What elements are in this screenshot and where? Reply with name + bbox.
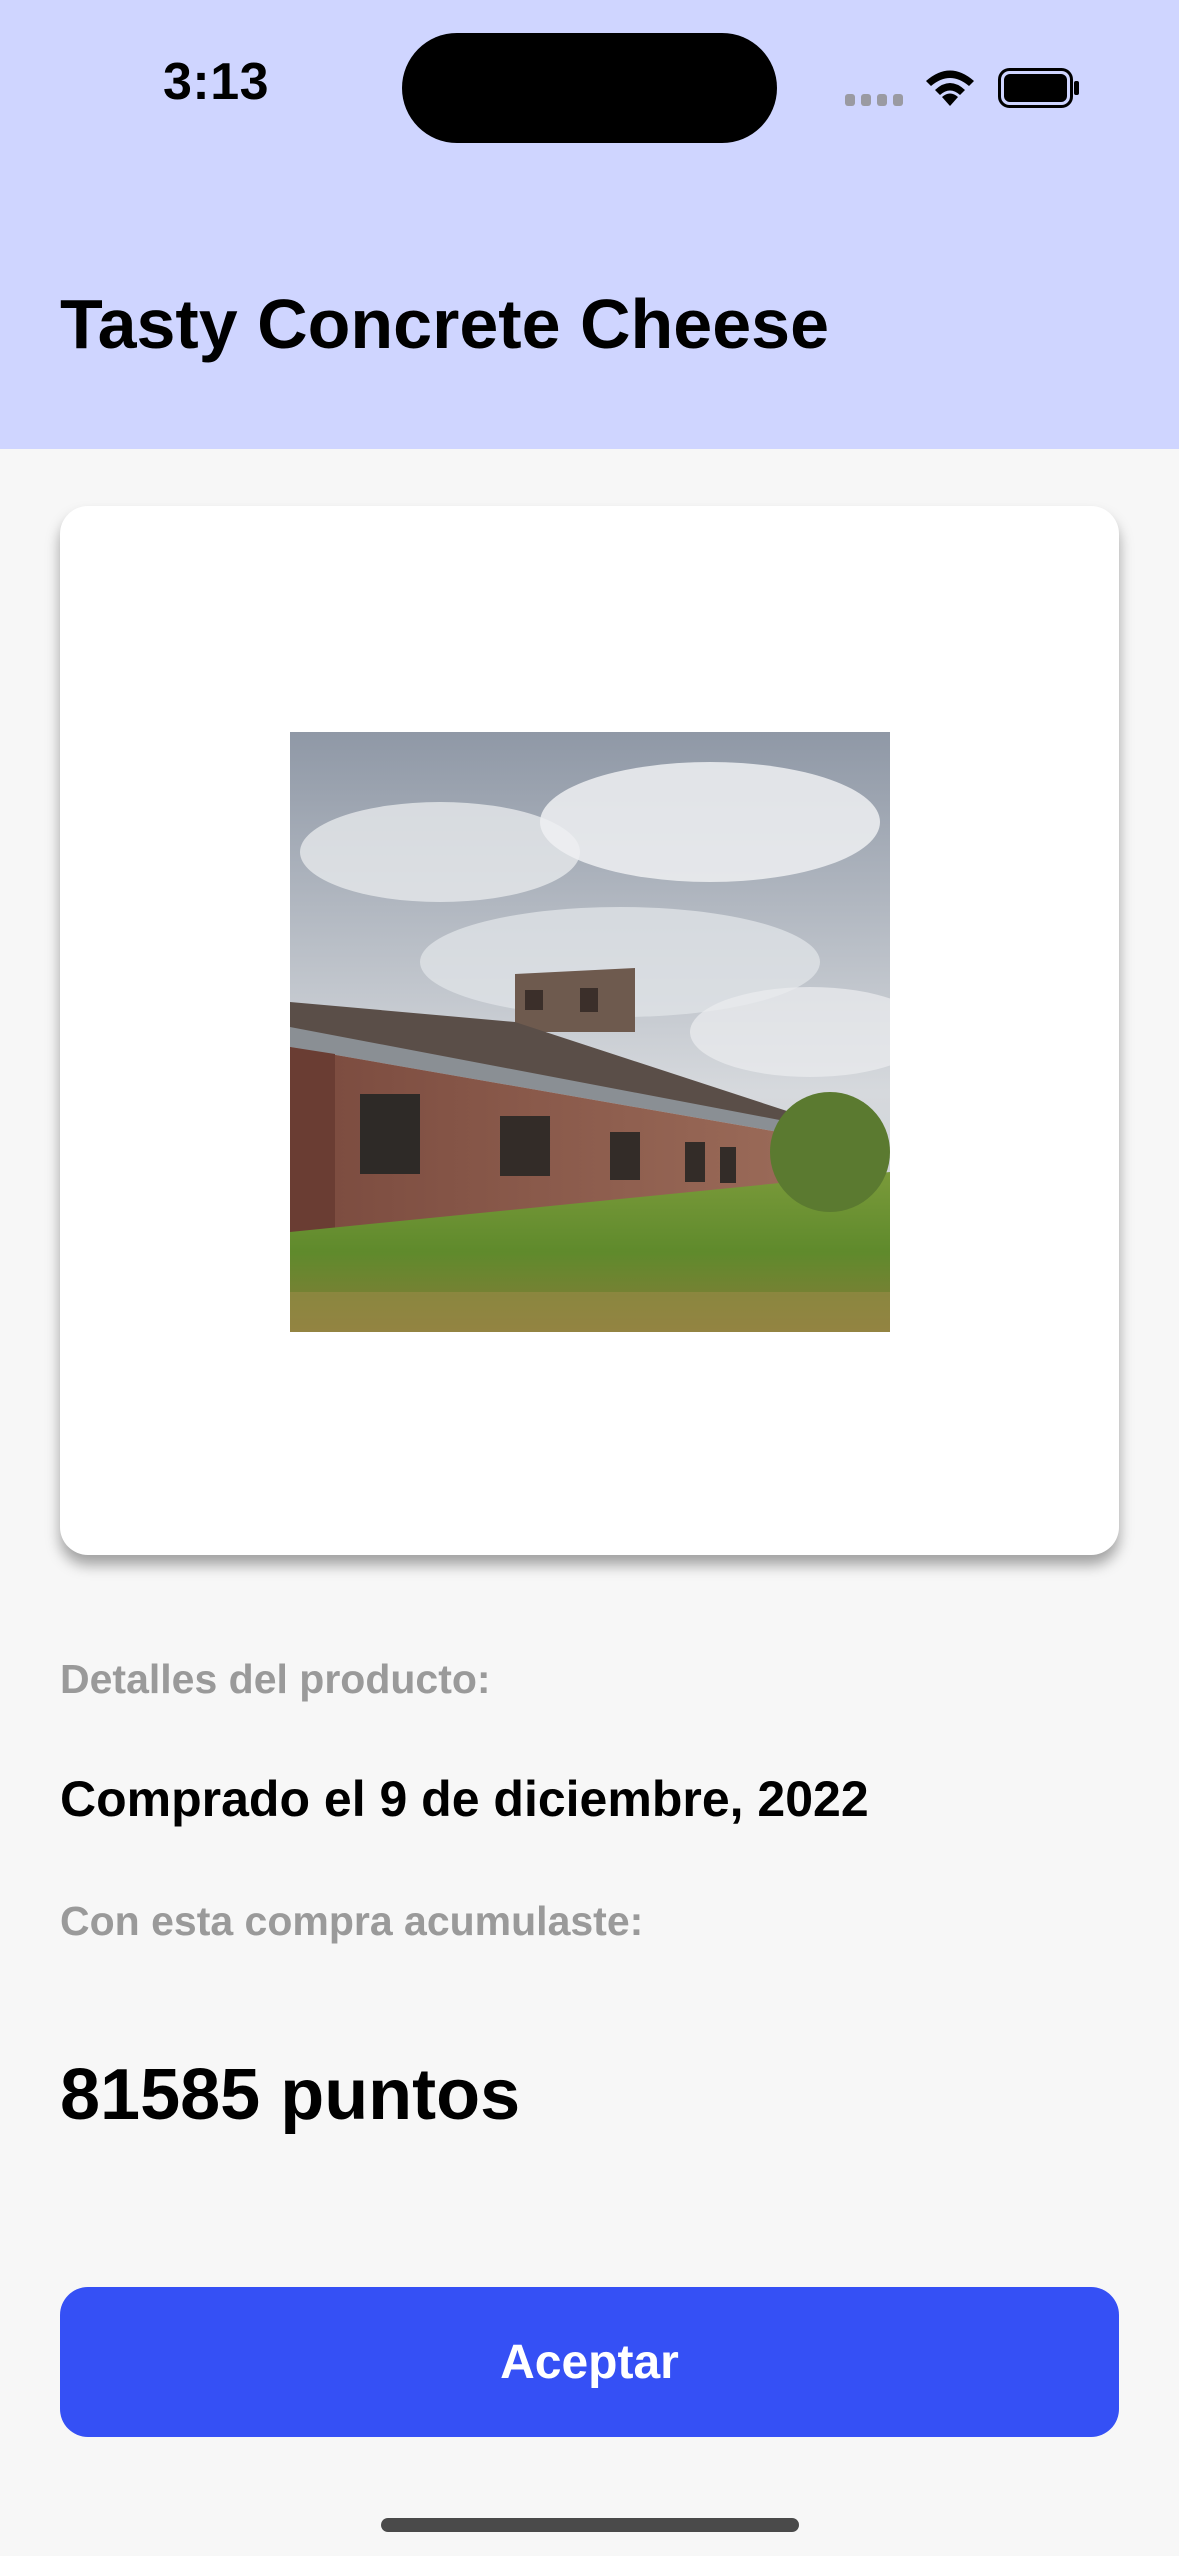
dynamic-island bbox=[402, 33, 777, 143]
points-value: 81585 puntos bbox=[60, 2055, 521, 2135]
status-time: 3:13 bbox=[163, 53, 270, 111]
home-indicator[interactable] bbox=[381, 2518, 799, 2532]
header: 3:13 Tasty Concrete Cheese bbox=[0, 0, 1179, 449]
product-details-label: Detalles del producto: bbox=[60, 1656, 491, 1702]
product-image bbox=[290, 732, 890, 1332]
battery-icon bbox=[998, 68, 1079, 108]
points-label: Con esta compra acumulaste: bbox=[60, 1898, 644, 1944]
page-title: Tasty Concrete Cheese bbox=[60, 285, 830, 363]
signal-icon bbox=[845, 94, 905, 106]
product-card bbox=[60, 506, 1119, 1555]
accept-button[interactable]: Aceptar bbox=[60, 2287, 1119, 2437]
wifi-icon bbox=[926, 70, 974, 106]
purchase-date: Comprado el 9 de diciembre, 2022 bbox=[60, 1771, 869, 1827]
